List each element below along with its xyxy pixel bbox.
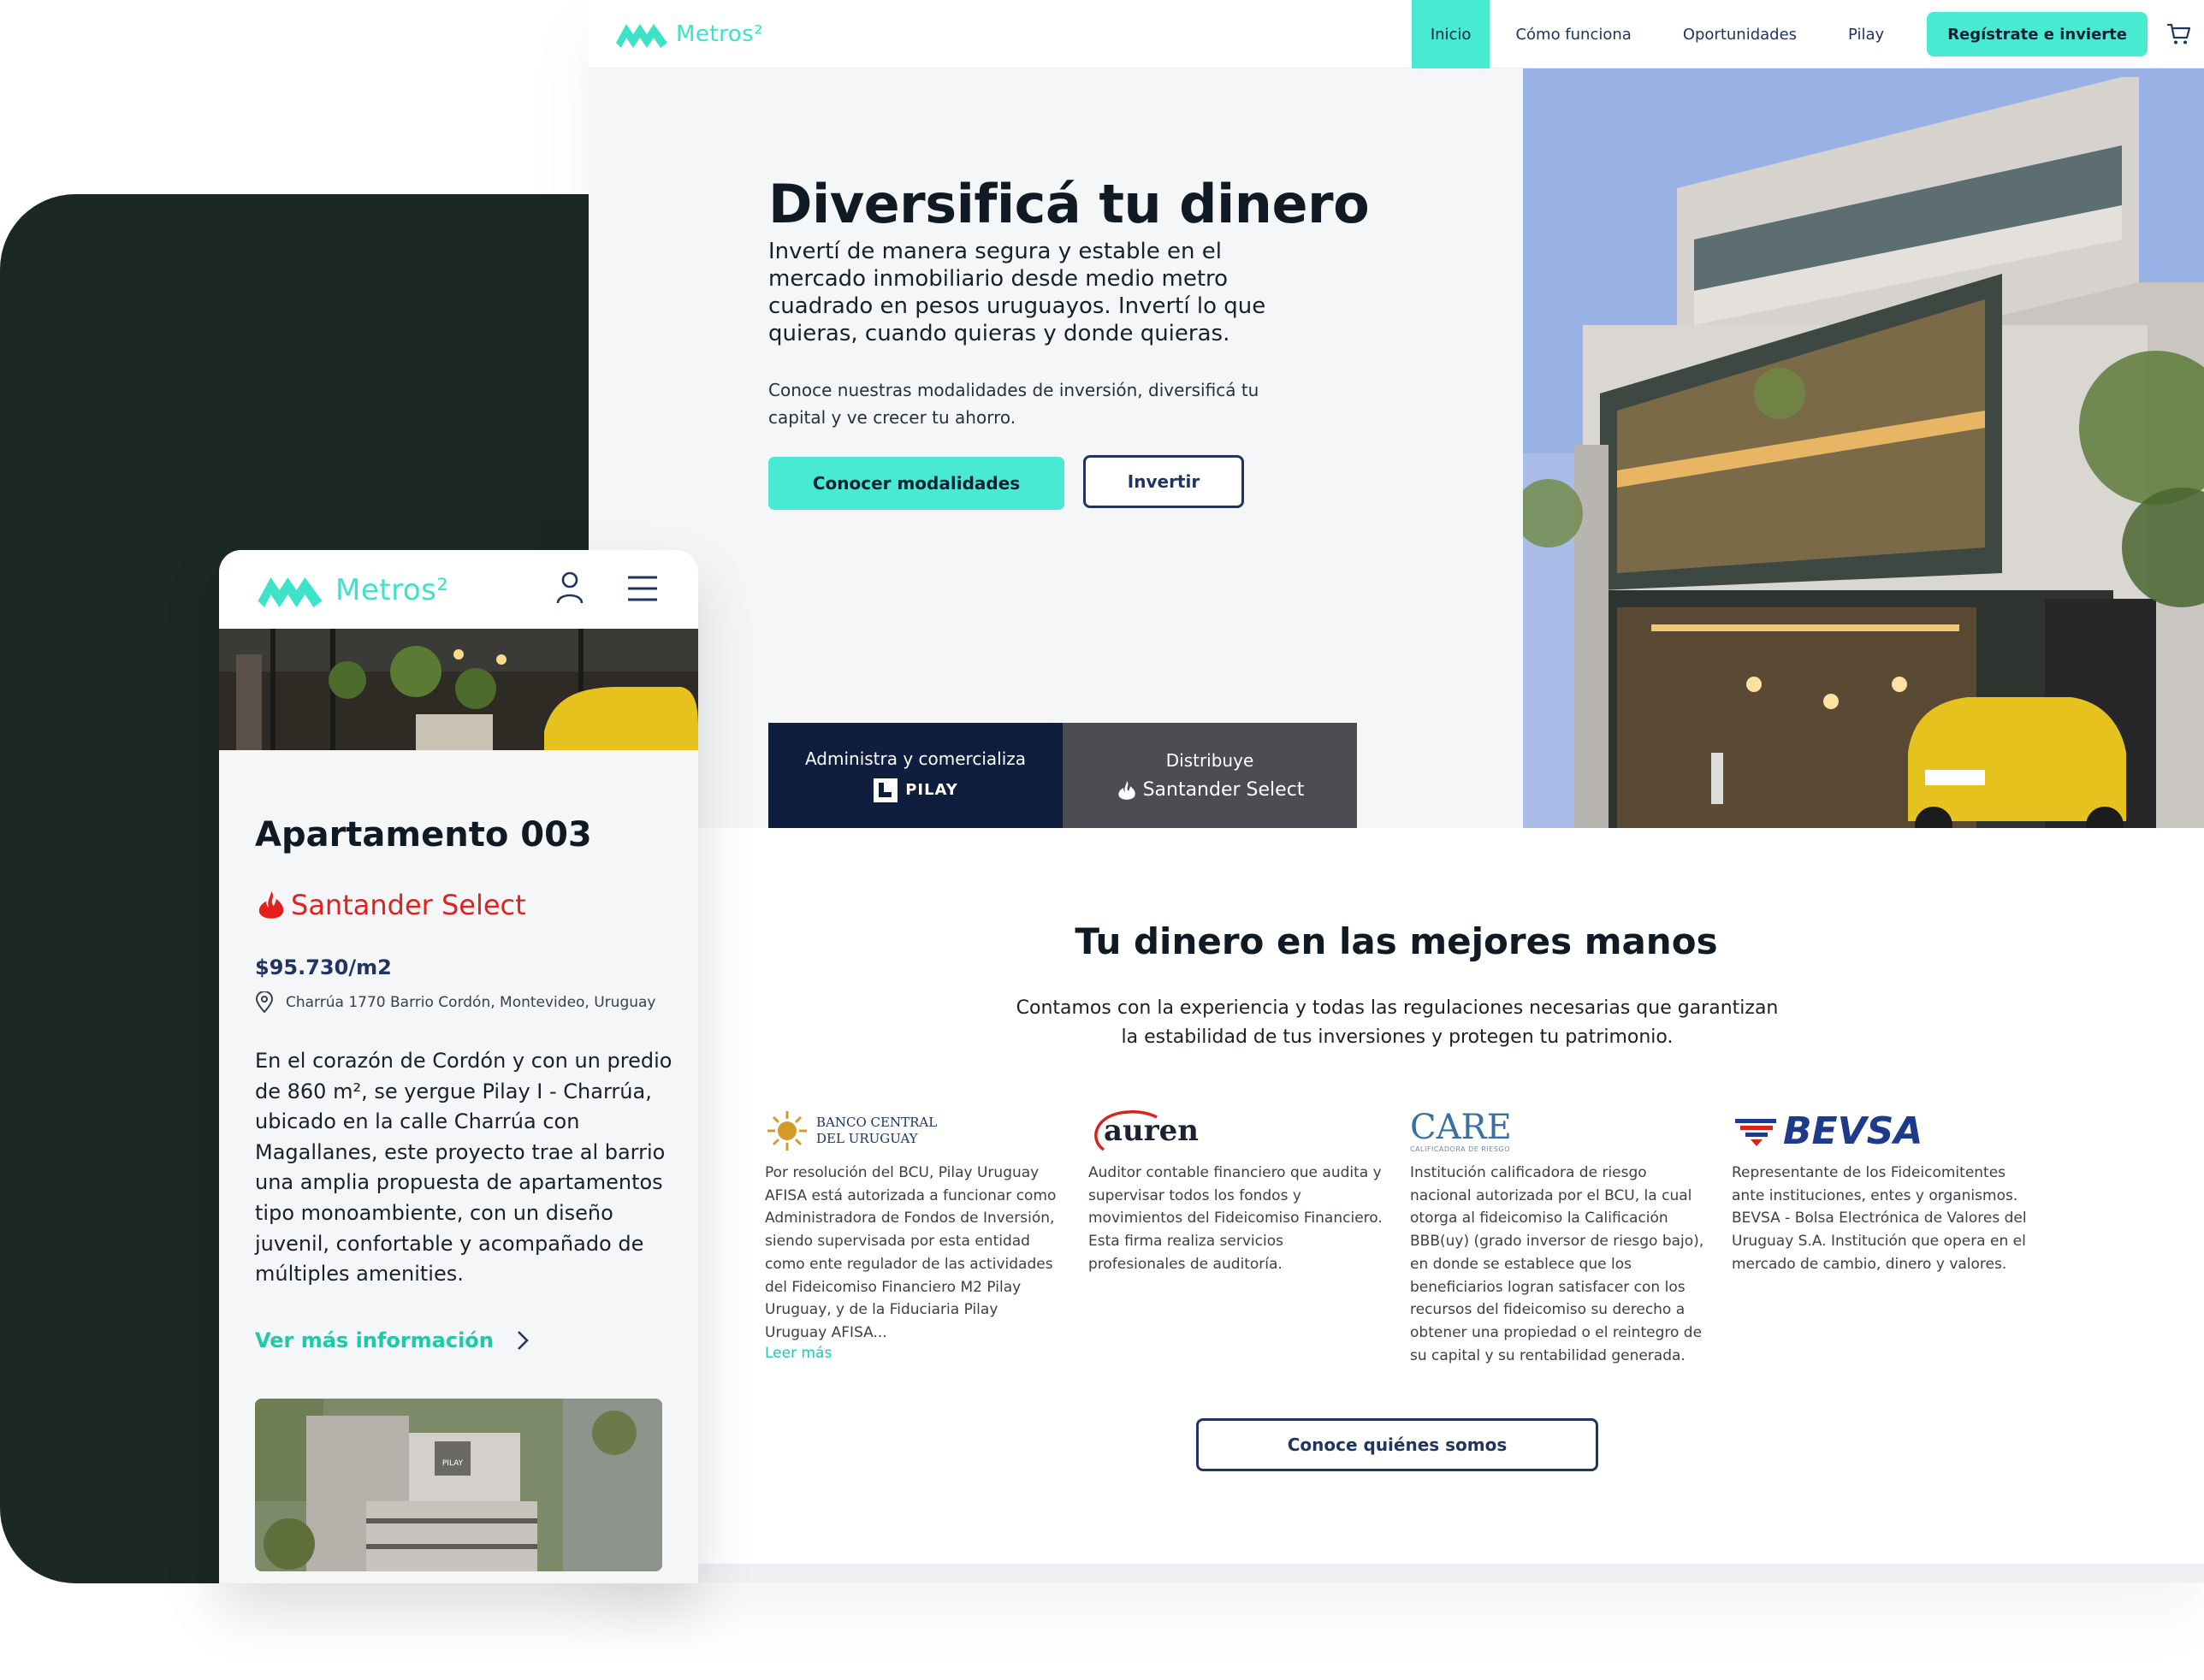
about-us-button[interactable]: Conoce quiénes somos xyxy=(1196,1418,1598,1471)
care-description: Institución calificadora de riesgo nacio… xyxy=(1410,1164,1704,1364)
care-wordmark: CARE xyxy=(1410,1107,1512,1147)
desktop-site: Metros² Inicio Cómo funciona Oportunidad… xyxy=(589,0,2204,1582)
property-title: Apartamento 003 xyxy=(255,815,592,855)
bcu-logo-line2: DEL URUGUAY xyxy=(816,1131,918,1146)
property-address: Charrúa 1770 Barrio Cordón, Montevideo, … xyxy=(255,991,656,1014)
pilay-wordmark: PILAY xyxy=(905,781,958,799)
bevsa-wordmark: BEVSA xyxy=(1783,1109,1923,1153)
distribution-badge: Distribuye Santander Select xyxy=(1063,723,1357,828)
care-subtitle: CALIFICADORA DE RIESGO xyxy=(1410,1145,1510,1153)
logo-wordmark: Metros² xyxy=(676,21,764,47)
hero-lead: Invertí de manera segura y estable en el… xyxy=(768,239,1266,346)
care-column: CARE CALIFICADORA DE RIESGO Institución … xyxy=(1410,1100,1705,1367)
hero-body: Conoce nuestras modalidades de inversión… xyxy=(768,380,1259,428)
property-description: En el corazón de Cordón y con un predio … xyxy=(255,1049,672,1287)
address-text: Charrúa 1770 Barrio Cordón, Montevideo, … xyxy=(286,994,656,1011)
metros-logo[interactable]: Metros² xyxy=(614,17,763,51)
hero-title: Diversificá tu dinero xyxy=(768,173,1370,235)
mobile-metros-logo-icon xyxy=(258,577,323,607)
auren-description: Auditor contable financiero que audita y… xyxy=(1088,1164,1383,1273)
top-navigation: Metros² Inicio Cómo funciona Oportunidad… xyxy=(589,0,2204,68)
bevsa-description: Representante de los Fideicomitentes ant… xyxy=(1732,1164,2027,1273)
bcu-logo-line1: BANCO CENTRAL xyxy=(816,1115,938,1130)
mobile-metros-logo[interactable]: Metros² xyxy=(253,569,448,612)
admin-badge-caption: Administra y comercializa xyxy=(804,748,1027,769)
nav-link-como-funciona[interactable]: Cómo funciona xyxy=(1490,0,1656,68)
santander-select-logo: Santander Select xyxy=(1116,779,1305,802)
building-sign: PILAY xyxy=(442,1459,464,1468)
bcu-logo: BANCO CENTRAL DEL URUGUAY xyxy=(765,1100,1060,1162)
santander-select-wordmark: Santander Select xyxy=(291,889,526,921)
chevron-right-icon xyxy=(517,1331,529,1350)
care-logo: CARE CALIFICADORA DE RIESGO xyxy=(1410,1100,1705,1162)
bcu-sun-icon xyxy=(767,1111,807,1151)
metros-logo-icon xyxy=(616,24,667,48)
pilay-logo: PILAY xyxy=(873,778,958,803)
nav-link-oportunidades[interactable]: Oportunidades xyxy=(1657,0,1822,68)
santander-select-brand: Santander Select xyxy=(255,889,526,921)
building-aerial-image: PILAY xyxy=(255,1399,662,1571)
nav-link-pilay[interactable]: Pilay xyxy=(1822,0,1910,68)
santander-flame-red-icon xyxy=(258,890,284,919)
cart-icon[interactable] xyxy=(2166,21,2192,47)
hamburger-menu-icon[interactable] xyxy=(626,574,659,603)
mobile-navigation: Metros² xyxy=(219,550,698,629)
leer-mas-link[interactable]: Leer más xyxy=(765,1345,832,1362)
auren-logo: auren xyxy=(1088,1100,1383,1162)
mobile-logo-wordmark: Metros² xyxy=(335,573,449,607)
footer-strip xyxy=(589,1564,2204,1582)
bevsa-emblem-icon xyxy=(1735,1119,1776,1146)
trust-section: Tu dinero en las mejores manos Contamos … xyxy=(589,828,2204,1564)
auren-column: auren Auditor contable financiero que au… xyxy=(1088,1100,1383,1276)
santander-flame-icon xyxy=(1117,780,1135,800)
santander-wordmark: Santander Select xyxy=(1142,779,1305,801)
bcu-column: BANCO CENTRAL DEL URUGUAY Por resolución… xyxy=(765,1100,1060,1362)
bevsa-column: BEVSA Representante de los Fideicomitent… xyxy=(1732,1100,2027,1276)
property-interior-image xyxy=(219,629,698,750)
conocer-modalidades-button[interactable]: Conocer modalidades xyxy=(768,457,1064,510)
admin-badge: Administra y comercializa PILAY xyxy=(768,723,1063,828)
building-aerial-drawing: PILAY xyxy=(255,1399,662,1571)
location-pin-icon xyxy=(255,991,274,1014)
price-per-m2: $95.730/m2 xyxy=(255,955,392,979)
register-invest-button[interactable]: Regístrate e invierte xyxy=(1927,12,2148,56)
trust-lead: Contamos con la experiencia y todas las … xyxy=(1016,997,1779,1048)
mobile-property-card: Metros² Apartamento 003 Santander Select… xyxy=(219,550,698,1583)
invertir-button[interactable]: Invertir xyxy=(1083,455,1244,508)
auren-wordmark: auren xyxy=(1104,1114,1200,1148)
distribution-badge-caption: Distribuye xyxy=(1165,749,1254,771)
trust-title: Tu dinero en las mejores manos xyxy=(1075,920,1718,962)
ver-mas-label: Ver más información xyxy=(255,1328,494,1352)
hero-building-image xyxy=(1523,68,2204,828)
user-icon[interactable] xyxy=(554,571,585,605)
pilay-logo-icon xyxy=(874,778,898,802)
bcu-description: Por resolución del BCU, Pilay Uruguay AF… xyxy=(765,1164,1057,1341)
nav-link-inicio[interactable]: Inicio xyxy=(1411,0,1490,68)
bevsa-logo: BEVSA xyxy=(1732,1100,2027,1162)
nav-items: Inicio Cómo funciona Oportunidades Pilay… xyxy=(1411,0,2204,68)
ver-mas-informacion-link[interactable]: Ver más información xyxy=(255,1328,530,1352)
